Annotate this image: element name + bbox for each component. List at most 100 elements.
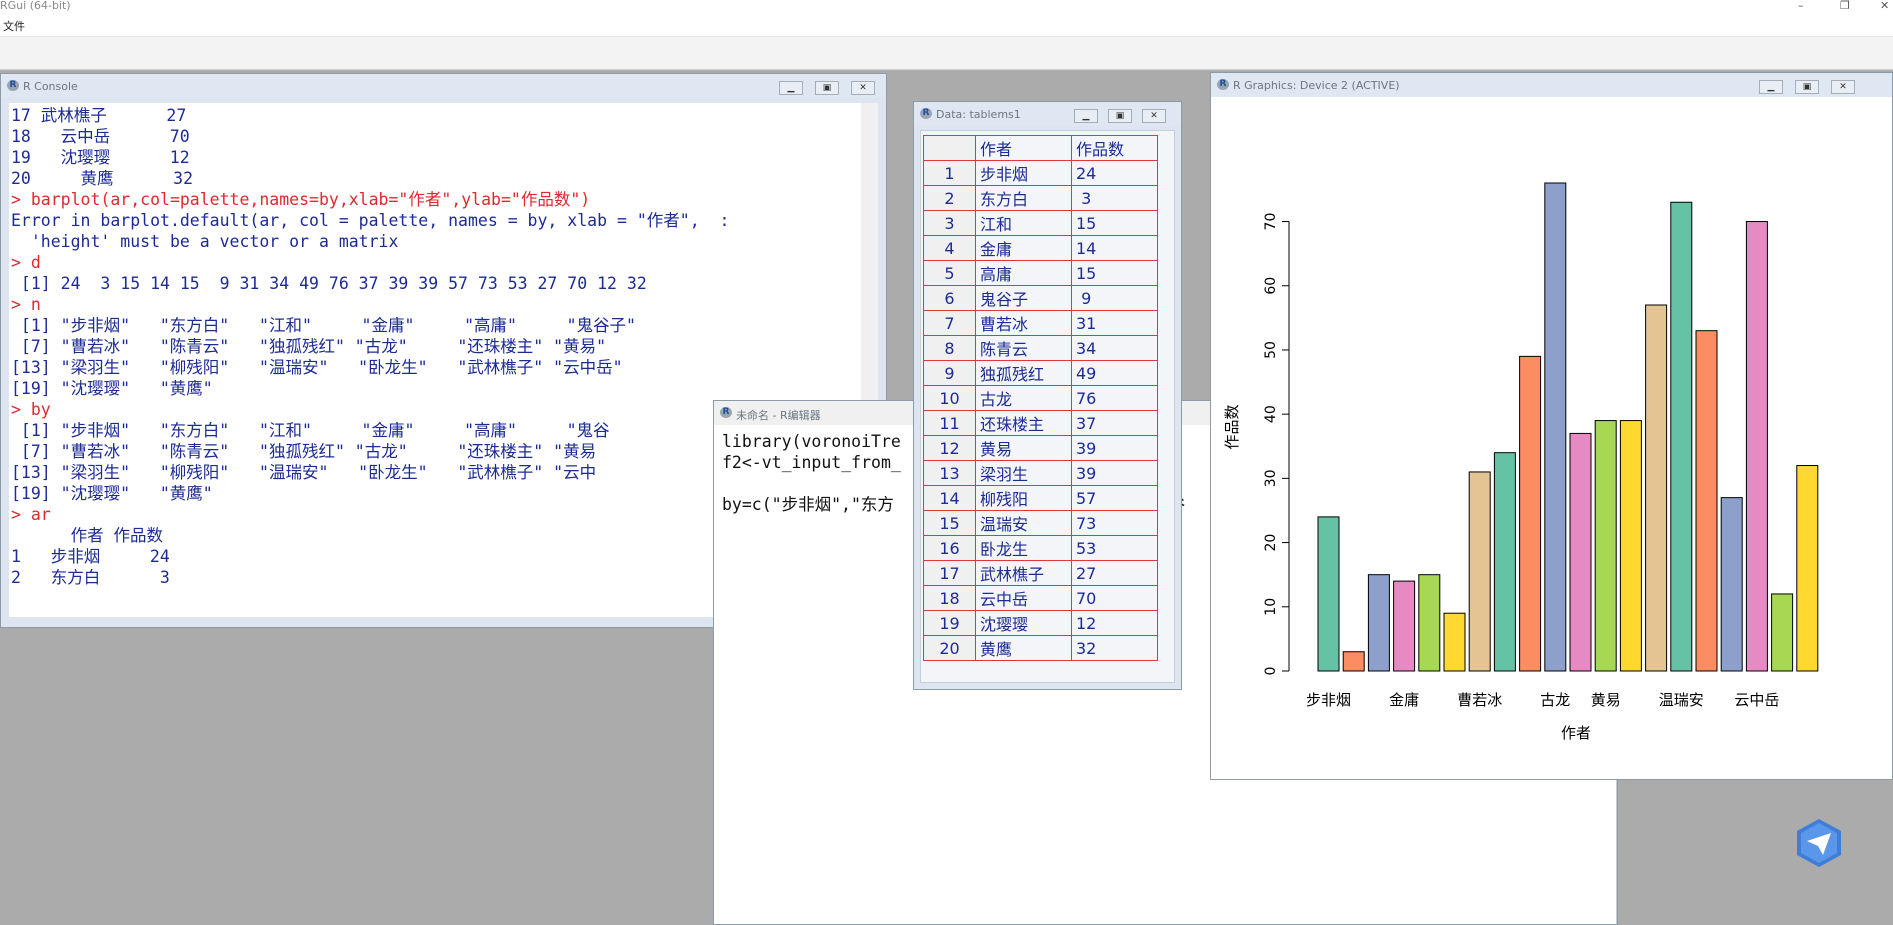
author-cell[interactable]: 黄鹰 — [975, 635, 1072, 661]
table-row[interactable]: 9 独孤残红 49 — [923, 360, 1158, 386]
row-number-cell[interactable]: 14 — [923, 485, 976, 511]
count-cell[interactable]: 39 — [1071, 435, 1158, 461]
table-row[interactable]: 5 高庸 15 — [923, 260, 1158, 286]
author-cell[interactable]: 古龙 — [975, 385, 1072, 411]
author-cell[interactable]: 步非烟 — [975, 160, 1072, 186]
count-cell[interactable]: 9 — [1071, 285, 1158, 311]
count-cell[interactable]: 73 — [1071, 510, 1158, 536]
app-close-button[interactable]: ✕ — [1880, 0, 1889, 12]
table-row[interactable]: 13 梁羽生 39 — [923, 460, 1158, 486]
graphics-close-button[interactable]: ✕ — [1831, 80, 1855, 94]
author-cell[interactable]: 鬼谷子 — [975, 285, 1072, 311]
author-cell[interactable]: 江和 — [975, 210, 1072, 236]
row-number-cell[interactable]: 5 — [923, 260, 976, 286]
column-header-count[interactable]: 作品数 — [1071, 135, 1158, 161]
count-cell[interactable]: 37 — [1071, 410, 1158, 436]
table-row[interactable]: 10 古龙 76 — [923, 385, 1158, 411]
author-cell[interactable]: 柳残阳 — [975, 485, 1072, 511]
table-row[interactable]: 7 曹若冰 31 — [923, 310, 1158, 336]
app-minimize-button[interactable]: – — [1798, 0, 1804, 12]
count-cell[interactable]: 14 — [1071, 235, 1158, 261]
bird-widget-icon[interactable] — [1793, 817, 1845, 869]
table-row[interactable]: 16 卧龙生 53 — [923, 535, 1158, 561]
count-cell[interactable]: 49 — [1071, 360, 1158, 386]
count-cell[interactable]: 15 — [1071, 260, 1158, 286]
row-number-cell[interactable]: 20 — [923, 635, 976, 661]
author-cell[interactable]: 曹若冰 — [975, 310, 1072, 336]
console-titlebar[interactable]: R R Console ▁ ▣ ✕ — [1, 74, 886, 98]
column-header-author[interactable]: 作者 — [975, 135, 1072, 161]
graphics-minimize-button[interactable]: ▁ — [1759, 80, 1783, 94]
row-number-cell[interactable]: 1 — [923, 160, 976, 186]
author-cell[interactable]: 云中岳 — [975, 585, 1072, 611]
count-cell[interactable]: 76 — [1071, 385, 1158, 411]
table-row[interactable]: 19 沈璎璎 12 — [923, 610, 1158, 636]
app-restore-button[interactable]: ❐ — [1840, 0, 1850, 12]
count-cell[interactable]: 70 — [1071, 585, 1158, 611]
table-row[interactable]: 14 柳残阳 57 — [923, 485, 1158, 511]
row-number-cell[interactable]: 2 — [923, 185, 976, 211]
data-minimize-button[interactable]: ▁ — [1074, 109, 1098, 123]
data-close-button[interactable]: ✕ — [1142, 109, 1166, 123]
table-row[interactable]: 1 步非烟 24 — [923, 160, 1158, 186]
console-close-button[interactable]: ✕ — [851, 81, 875, 95]
author-cell[interactable]: 还珠楼主 — [975, 410, 1072, 436]
author-cell[interactable]: 武林樵子 — [975, 560, 1072, 586]
row-number-cell[interactable]: 16 — [923, 535, 976, 561]
row-number-cell[interactable]: 15 — [923, 510, 976, 536]
author-cell[interactable]: 东方白 — [975, 185, 1072, 211]
table-row[interactable]: 2 东方白 3 — [923, 185, 1158, 211]
table-row[interactable]: 11 还珠楼主 37 — [923, 410, 1158, 436]
count-cell[interactable]: 57 — [1071, 485, 1158, 511]
row-number-cell[interactable]: 11 — [923, 410, 976, 436]
row-number-cell[interactable]: 6 — [923, 285, 976, 311]
row-number-cell[interactable]: 4 — [923, 235, 976, 261]
row-number-cell[interactable]: 7 — [923, 310, 976, 336]
table-row[interactable]: 18 云中岳 70 — [923, 585, 1158, 611]
table-row[interactable]: 6 鬼谷子 9 — [923, 285, 1158, 311]
author-cell[interactable]: 高庸 — [975, 260, 1072, 286]
author-cell[interactable]: 卧龙生 — [975, 535, 1072, 561]
count-cell[interactable]: 15 — [1071, 210, 1158, 236]
x-axis-title: 作者 — [1561, 724, 1591, 742]
row-number-cell[interactable]: 13 — [923, 460, 976, 486]
table-row[interactable]: 17 武林樵子 27 — [923, 560, 1158, 586]
table-row[interactable]: 4 金庸 14 — [923, 235, 1158, 261]
author-cell[interactable]: 温瑞安 — [975, 510, 1072, 536]
console-minimize-button[interactable]: ▁ — [779, 81, 803, 95]
author-cell[interactable]: 梁羽生 — [975, 460, 1072, 486]
author-cell[interactable]: 陈青云 — [975, 335, 1072, 361]
data-viewer-titlebar[interactable]: R Data: tablems1 ▁ ▣ ✕ — [914, 102, 1181, 126]
table-row[interactable]: 8 陈青云 34 — [923, 335, 1158, 361]
count-cell[interactable]: 53 — [1071, 535, 1158, 561]
row-number-cell[interactable]: 9 — [923, 360, 976, 386]
count-cell[interactable]: 39 — [1071, 460, 1158, 486]
count-cell[interactable]: 24 — [1071, 160, 1158, 186]
count-cell[interactable]: 3 — [1071, 185, 1158, 211]
data-maximize-button[interactable]: ▣ — [1108, 109, 1132, 123]
graphics-titlebar[interactable]: R R Graphics: Device 2 (ACTIVE) ▁ ▣ ✕ — [1211, 73, 1892, 97]
menu-file[interactable]: 文件 — [3, 18, 25, 34]
author-cell[interactable]: 独孤残红 — [975, 360, 1072, 386]
console-maximize-button[interactable]: ▣ — [815, 81, 839, 95]
row-number-cell[interactable]: 19 — [923, 610, 976, 636]
row-number-cell[interactable]: 3 — [923, 210, 976, 236]
row-number-cell[interactable]: 17 — [923, 560, 976, 586]
row-number-cell[interactable]: 18 — [923, 585, 976, 611]
row-number-cell[interactable]: 8 — [923, 335, 976, 361]
count-cell[interactable]: 32 — [1071, 635, 1158, 661]
row-number-cell[interactable]: 10 — [923, 385, 976, 411]
count-cell[interactable]: 27 — [1071, 560, 1158, 586]
table-row[interactable]: 20 黄鹰 32 — [923, 635, 1158, 661]
row-number-cell[interactable]: 12 — [923, 435, 976, 461]
count-cell[interactable]: 31 — [1071, 310, 1158, 336]
author-cell[interactable]: 沈璎璎 — [975, 610, 1072, 636]
table-row[interactable]: 12 黄易 39 — [923, 435, 1158, 461]
table-row[interactable]: 3 江和 15 — [923, 210, 1158, 236]
count-cell[interactable]: 12 — [1071, 610, 1158, 636]
author-cell[interactable]: 金庸 — [975, 235, 1072, 261]
author-cell[interactable]: 黄易 — [975, 435, 1072, 461]
graphics-maximize-button[interactable]: ▣ — [1795, 80, 1819, 94]
table-row[interactable]: 15 温瑞安 73 — [923, 510, 1158, 536]
count-cell[interactable]: 34 — [1071, 335, 1158, 361]
